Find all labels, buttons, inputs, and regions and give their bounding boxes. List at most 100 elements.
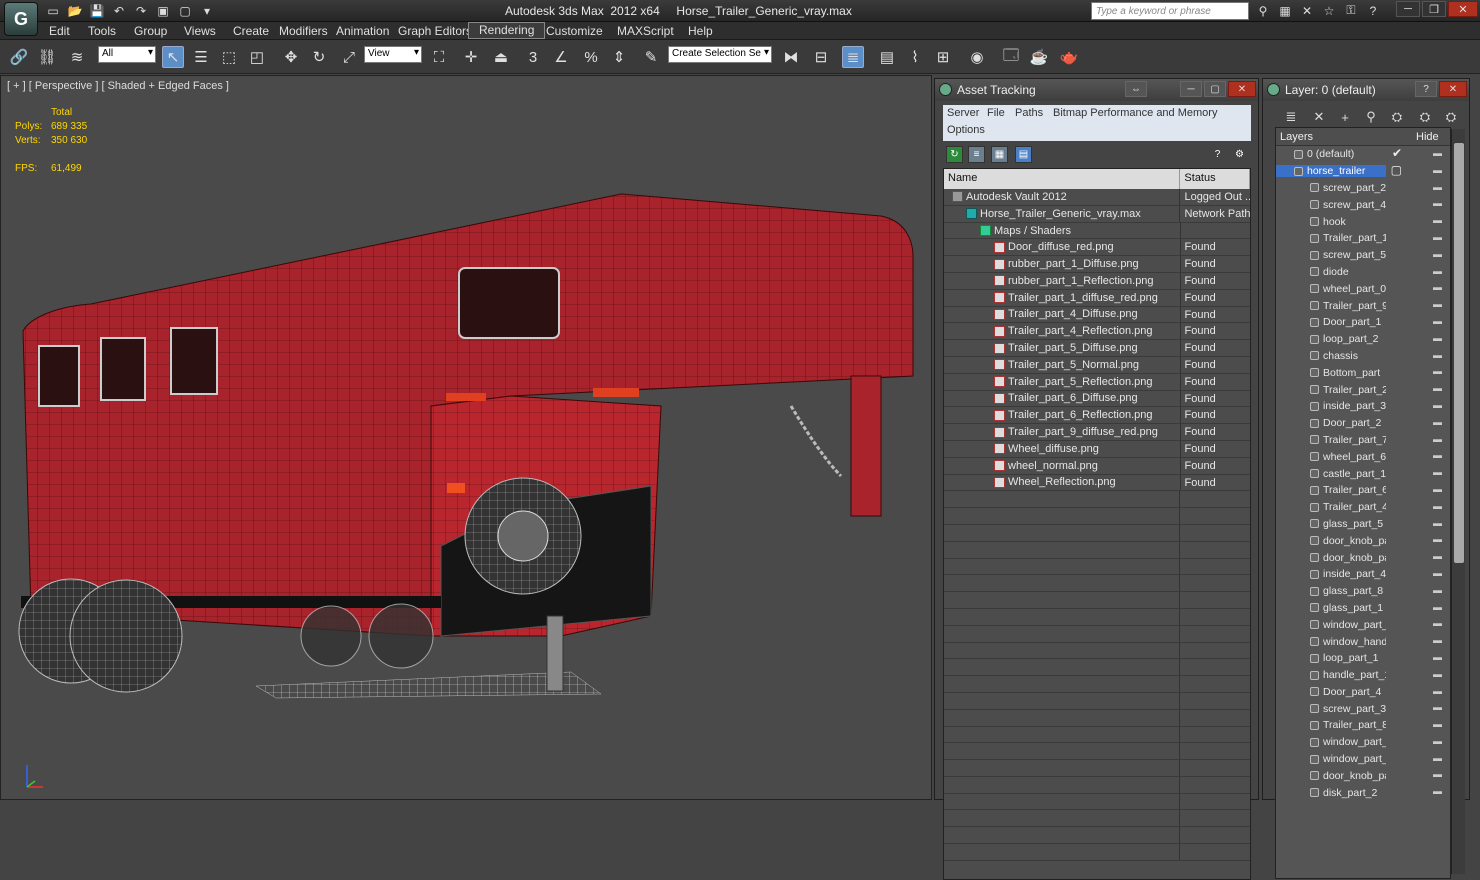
asset-row[interactable]: Wheel_diffuse.png Found xyxy=(944,440,1250,458)
curve-editor-icon[interactable]: ⌇ xyxy=(904,46,926,68)
asset-row[interactable]: rubber_part_1_Diffuse.png Found xyxy=(944,256,1250,273)
add-to-layer-icon[interactable]: ⛭ xyxy=(1387,108,1407,126)
new-file-icon[interactable]: ▭ xyxy=(44,2,62,19)
layer-row[interactable]: castle_part_1 ▬ xyxy=(1276,465,1450,482)
binoculars-icon[interactable]: ⚲ xyxy=(1254,2,1272,19)
favorites-icon[interactable]: ☆ xyxy=(1320,2,1338,19)
hide-toggle-icon[interactable]: ▬ xyxy=(1433,534,1442,544)
layer-row[interactable]: disk_part_2 ▬ xyxy=(1276,784,1450,801)
layer-row[interactable]: screw_part_4 ▬ xyxy=(1276,196,1450,213)
create-layer-icon[interactable]: + xyxy=(1335,108,1355,126)
scrollbar-thumb[interactable] xyxy=(1454,143,1464,563)
menu-customize[interactable]: Customize xyxy=(546,24,603,38)
hide-toggle-icon[interactable]: ▬ xyxy=(1433,350,1442,360)
delete-layer-icon[interactable]: ✕ xyxy=(1309,108,1329,126)
layer-row[interactable]: Trailer_part_4 ▬ xyxy=(1276,499,1450,516)
layer-row[interactable]: wheel_part_010 ▬ xyxy=(1276,280,1450,297)
select-manipulate-icon[interactable]: ✛ xyxy=(460,46,482,68)
hide-toggle-icon[interactable]: ▬ xyxy=(1433,450,1442,460)
active-layer-check-icon[interactable]: ✔ xyxy=(1392,146,1402,160)
rendered-frame-icon[interactable]: ☕ xyxy=(1028,46,1050,68)
hide-toggle-icon[interactable]: ▬ xyxy=(1433,753,1442,763)
col-layers[interactable]: Layers xyxy=(1276,128,1412,145)
undo-icon[interactable]: ↶ xyxy=(110,2,128,19)
highlight-layer-icon[interactable]: ⛭ xyxy=(1415,108,1435,126)
hide-toggle-icon[interactable]: ▬ xyxy=(1433,316,1442,326)
key-icon[interactable]: ⚿ xyxy=(1342,2,1360,19)
unlink-icon[interactable]: ⛓ xyxy=(36,46,58,68)
hide-toggle-icon[interactable]: ▬ xyxy=(1433,400,1442,410)
hide-toggle-icon[interactable]: ▬ xyxy=(1433,249,1442,259)
open-file-icon[interactable]: 📂 xyxy=(66,2,84,19)
hide-toggle-icon[interactable]: ▬ xyxy=(1433,215,1442,225)
hide-toggle-icon[interactable]: ▬ xyxy=(1433,702,1442,712)
refresh-icon[interactable]: ↻ xyxy=(946,146,963,163)
layer-row[interactable]: window_part_6 ▬ xyxy=(1276,616,1450,633)
hide-toggle-icon[interactable]: ▬ xyxy=(1433,652,1442,662)
app-logo[interactable]: G xyxy=(4,2,38,36)
layer-row[interactable]: screw_part_5 ▬ xyxy=(1276,247,1450,264)
hide-toggle-icon[interactable]: ▬ xyxy=(1433,232,1442,242)
reference-coordinate-dropdown[interactable]: View xyxy=(364,46,422,63)
selection-filter-dropdown[interactable]: All xyxy=(98,46,156,63)
layer-row[interactable]: Trailer_part_10 ▬ xyxy=(1276,230,1450,247)
col-hide[interactable]: Hide xyxy=(1412,128,1443,145)
hide-toggle-icon[interactable]: ▬ xyxy=(1433,484,1442,494)
thumbnail-view-icon[interactable]: ▦ xyxy=(991,146,1008,163)
hide-all-layers-icon[interactable]: ⛭ xyxy=(1441,108,1461,126)
hide-toggle-icon[interactable]: ▬ xyxy=(1433,786,1442,796)
hide-toggle-icon[interactable]: ▬ xyxy=(1433,266,1442,276)
hide-toggle-icon[interactable]: ▬ xyxy=(1433,467,1442,477)
asset-row[interactable]: Trailer_part_4_Diffuse.png Found xyxy=(944,306,1250,324)
table-view-icon[interactable]: ▤ xyxy=(1015,146,1032,163)
layer-row[interactable]: Door_part_1 ▬ xyxy=(1276,314,1450,331)
asset-row[interactable]: Maps / Shaders xyxy=(944,222,1250,240)
link-icon[interactable]: 🔗 xyxy=(8,46,30,68)
hide-toggle-icon[interactable]: ▬ xyxy=(1433,165,1442,175)
at-menu-file[interactable]: File xyxy=(987,107,1005,119)
asset-row[interactable]: Wheel_Reflection.png Found xyxy=(944,474,1250,492)
keyboard-shortcut-icon[interactable]: ⏏ xyxy=(490,46,512,68)
asset-row[interactable]: Trailer_part_6_Reflection.png Found xyxy=(944,407,1250,425)
asset-row[interactable]: Trailer_part_5_Reflection.png Found xyxy=(944,373,1250,391)
subscription-icon[interactable]: ▦ xyxy=(1276,2,1294,19)
asset-row[interactable]: Trailer_part_1_diffuse_red.png Found xyxy=(944,289,1250,307)
scale-icon[interactable]: ⤢ xyxy=(338,46,360,68)
window-icon[interactable]: ▢ xyxy=(176,2,194,19)
bind-spacewarp-icon[interactable]: ≋ xyxy=(66,46,88,68)
rectangular-selection-icon[interactable]: ⬚ xyxy=(218,46,240,68)
hide-toggle-icon[interactable]: ▬ xyxy=(1433,518,1442,528)
layer-row[interactable]: glass_part_8 ▬ xyxy=(1276,583,1450,600)
search-input[interactable]: Type a keyword or phrase xyxy=(1091,2,1249,20)
percent-snap-icon[interactable]: % xyxy=(580,46,602,68)
layer-manager-icon[interactable]: ≣ xyxy=(842,46,864,68)
settings-icon[interactable]: ⚙ xyxy=(1231,146,1248,163)
menu-graph-editors[interactable]: Graph Editors xyxy=(398,24,472,38)
layer-row[interactable]: Trailer_part_7 ▬ xyxy=(1276,432,1450,449)
communication-icon[interactable]: ✕ xyxy=(1298,2,1316,19)
col-name[interactable]: Name xyxy=(944,169,1181,189)
layer-help-button[interactable]: ? xyxy=(1415,81,1437,97)
layer-row[interactable]: loop_part_1 ▬ xyxy=(1276,650,1450,667)
layer-row[interactable]: screw_part_2 ▬ xyxy=(1276,180,1450,197)
menu-maxscript[interactable]: MAXScript xyxy=(617,24,674,38)
dropdown-arrow-icon[interactable]: ▾ xyxy=(198,2,216,19)
layer-row[interactable]: Door_part_4 ▬ xyxy=(1276,684,1450,701)
save-icon[interactable]: 💾 xyxy=(88,2,106,19)
hide-toggle-icon[interactable]: ▬ xyxy=(1433,299,1442,309)
menu-edit[interactable]: Edit xyxy=(49,24,70,38)
help-icon[interactable]: ? xyxy=(1209,146,1226,163)
menu-help[interactable]: Help xyxy=(688,24,713,38)
current-layer-box-icon[interactable]: ▢ xyxy=(1391,163,1402,177)
at-menu-paths[interactable]: Paths xyxy=(1015,107,1043,119)
render-production-icon[interactable]: 🫖 xyxy=(1058,46,1080,68)
select-by-name-icon[interactable]: ☰ xyxy=(190,46,212,68)
layer-row[interactable]: handle_part_1 ▬ xyxy=(1276,667,1450,684)
panel-minimize-button[interactable]: ─ xyxy=(1180,81,1202,97)
hide-toggle-icon[interactable]: ▬ xyxy=(1433,282,1442,292)
hide-toggle-icon[interactable]: ▬ xyxy=(1433,501,1442,511)
hide-toggle-icon[interactable]: ▬ xyxy=(1433,568,1442,578)
asset-row[interactable]: Trailer_part_5_Diffuse.png Found xyxy=(944,340,1250,357)
rotate-icon[interactable]: ↻ xyxy=(308,46,330,68)
asset-row[interactable]: Horse_Trailer_Generic_vray.max Network Pa… xyxy=(944,205,1250,223)
